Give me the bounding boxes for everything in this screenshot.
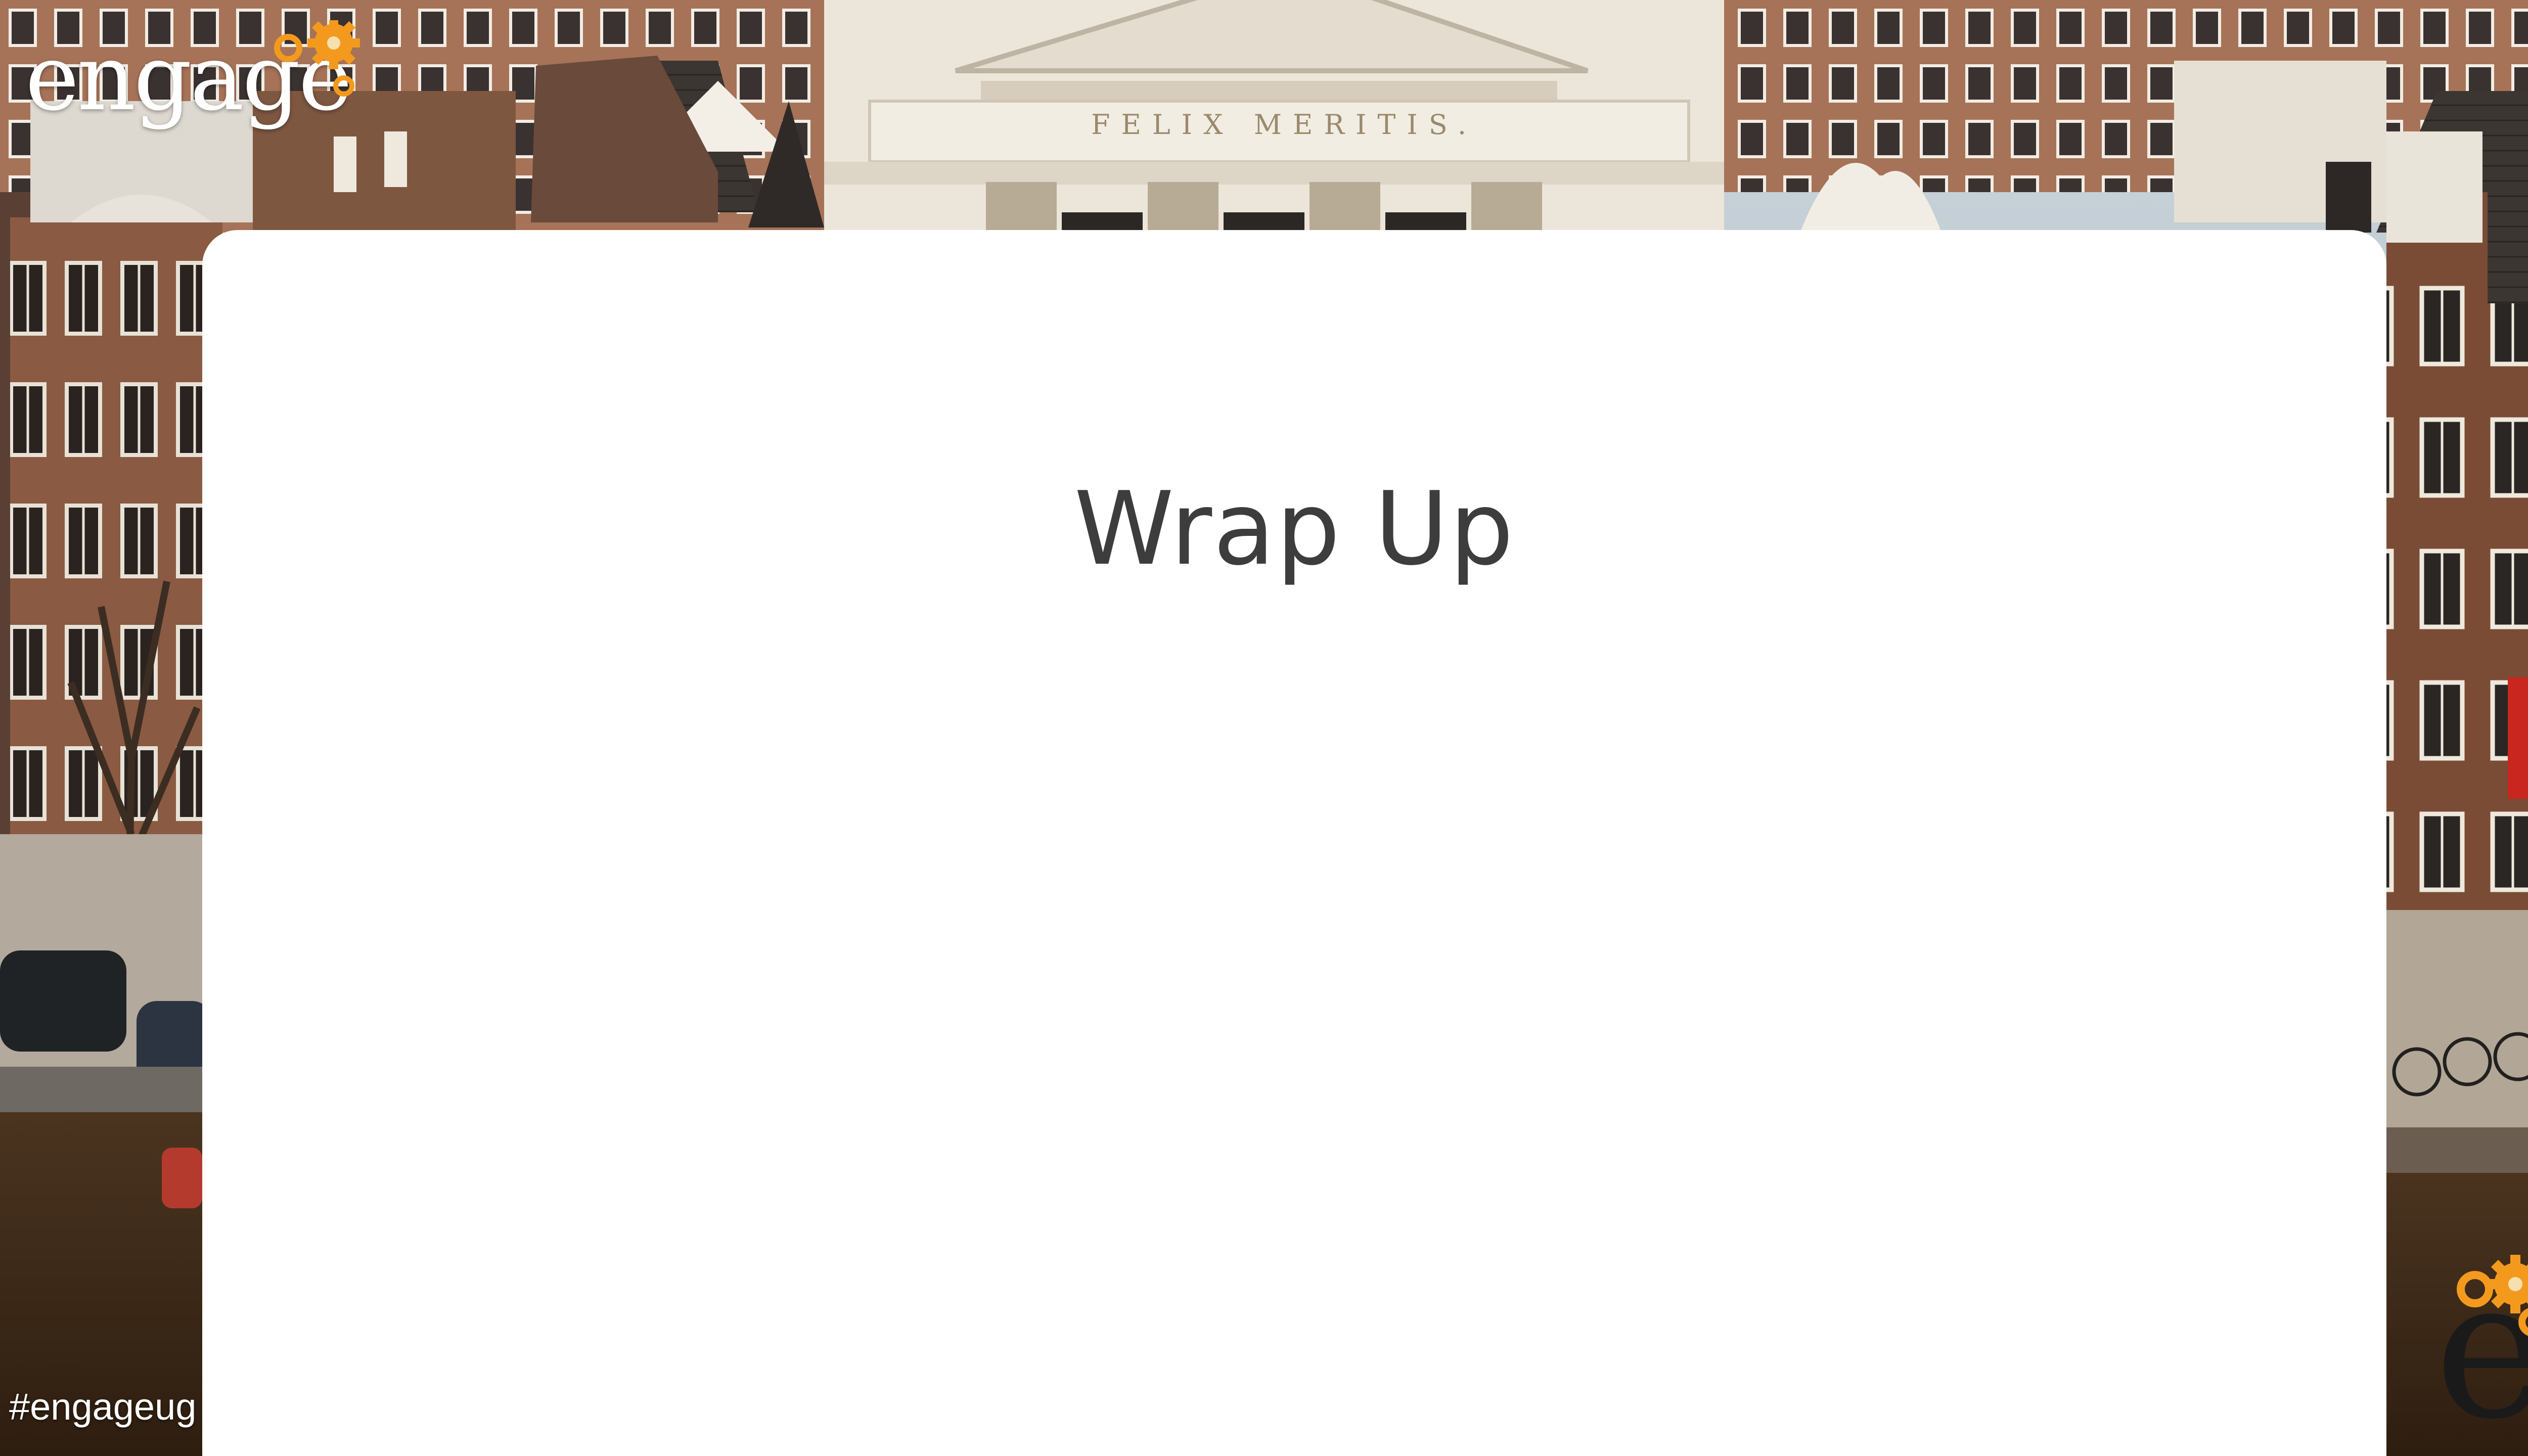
building-inscription: FELIX MERITIS. bbox=[1091, 109, 1477, 141]
hashtag-label: #engageug bbox=[9, 1386, 197, 1428]
gears-icon bbox=[274, 20, 360, 97]
engage-corner-logo: e bbox=[2417, 1254, 2528, 1446]
slide-title: Wrap Up bbox=[1074, 470, 1515, 588]
content-panel bbox=[202, 230, 2386, 1456]
slide-canvas: FELIX MERITIS. engage Wrap Up #engageug … bbox=[0, 0, 2528, 1456]
gears-icon bbox=[2457, 1255, 2528, 1336]
engage-logo: engage bbox=[25, 20, 389, 136]
